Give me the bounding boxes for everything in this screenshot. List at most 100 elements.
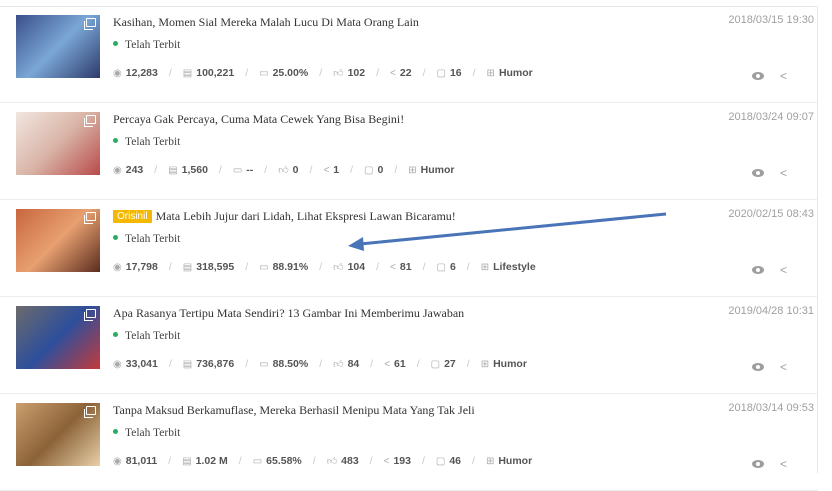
reads-count: 318,595 bbox=[196, 261, 235, 273]
preview-eye-icon[interactable] bbox=[752, 169, 764, 177]
preview-eye-icon[interactable] bbox=[752, 460, 764, 468]
share-action-icon[interactable]: < bbox=[780, 166, 787, 180]
row-actions: < bbox=[752, 263, 787, 277]
shares-count: 1 bbox=[333, 164, 340, 176]
article-thumbnail[interactable] bbox=[16, 209, 100, 272]
article-row[interactable]: Apa Rasanya Tertipu Mata Sendiri? 13 Gam… bbox=[0, 297, 818, 394]
article-date: 2019/04/28 10:31 bbox=[728, 305, 814, 317]
status-dot-icon bbox=[113, 138, 118, 143]
comment-icon: ▢ bbox=[364, 164, 374, 176]
article-thumbnail[interactable] bbox=[16, 112, 100, 175]
article-title[interactable]: Apa Rasanya Tertipu Mata Sendiri? 13 Gam… bbox=[113, 306, 464, 321]
document-icon: ▤ bbox=[168, 164, 178, 176]
article-stats: ◉ 243 / ▤ 1,560 / ▭ -- / 👍︎ 0 / <1 / ▢ 0 / ⊞ H… bbox=[113, 164, 455, 176]
preview-eye-icon[interactable] bbox=[752, 363, 764, 371]
article-status: Telah Terbit bbox=[113, 136, 180, 148]
likes-count: 84 bbox=[347, 358, 360, 370]
category-label: Humor bbox=[493, 358, 527, 370]
status-label: Telah Terbit bbox=[125, 233, 181, 245]
eye-icon: ◉ bbox=[113, 67, 122, 79]
category-label: Humor bbox=[420, 164, 455, 176]
comments-count: 0 bbox=[377, 164, 384, 176]
document-icon: ▤ bbox=[182, 67, 193, 79]
read-rate: 65.58% bbox=[266, 455, 302, 467]
thumbs-up-icon: 👍︎ bbox=[326, 456, 338, 467]
article-thumbnail[interactable] bbox=[16, 15, 100, 78]
row-actions: < bbox=[752, 457, 787, 471]
article-title[interactable]: Tanpa Maksud Berkamuflase, Mereka Berhas… bbox=[113, 403, 475, 418]
article-row[interactable]: Percaya Gak Percaya, Cuma Mata Cewek Yan… bbox=[0, 103, 818, 200]
gallery-icon bbox=[84, 406, 96, 418]
views-count: 17,798 bbox=[125, 261, 158, 273]
grid-icon: ⊞ bbox=[486, 67, 495, 79]
category-label: Humor bbox=[498, 67, 533, 79]
article-status: Telah Terbit bbox=[113, 233, 180, 245]
article-status: Telah Terbit bbox=[113, 330, 180, 342]
document-icon: ▤ bbox=[182, 261, 193, 273]
article-row[interactable]: Kasihan, Momen Sial Mereka Malah Lucu Di… bbox=[0, 6, 818, 103]
article-stats: ◉ 33,041 / ▤ 736,876 / ▭ 88.50% / 👍︎ 84 / <6… bbox=[113, 358, 527, 370]
status-label: Telah Terbit bbox=[125, 39, 181, 51]
status-dot-icon bbox=[113, 41, 118, 46]
grid-icon: ⊞ bbox=[408, 164, 417, 176]
views-count: 81,011 bbox=[125, 455, 158, 467]
comment-icon: ▢ bbox=[435, 455, 446, 467]
share-action-icon[interactable]: < bbox=[780, 457, 787, 471]
article-title-text[interactable]: Mata Lebih Jujur dari Lidah, Lihat Ekspr… bbox=[156, 209, 456, 223]
article-title-text[interactable]: Percaya Gak Percaya, Cuma Mata Cewek Yan… bbox=[113, 112, 404, 126]
article-title-text[interactable]: Apa Rasanya Tertipu Mata Sendiri? 13 Gam… bbox=[113, 306, 464, 320]
status-label: Telah Terbit bbox=[125, 427, 181, 439]
article-row[interactable]: Tanpa Maksud Berkamuflase, Mereka Berhas… bbox=[0, 394, 818, 491]
eye-icon: ◉ bbox=[113, 261, 122, 273]
article-thumbnail[interactable] bbox=[16, 306, 100, 369]
article-title-text[interactable]: Tanpa Maksud Berkamuflase, Mereka Berhas… bbox=[113, 403, 475, 417]
views-count: 12,283 bbox=[125, 67, 158, 79]
progress-icon: ▭ bbox=[252, 455, 263, 467]
likes-count: 483 bbox=[341, 455, 359, 467]
gallery-icon bbox=[84, 115, 96, 127]
shares-count: 81 bbox=[399, 261, 412, 273]
shares-count: 193 bbox=[393, 455, 411, 467]
read-rate: 25.00% bbox=[272, 67, 309, 79]
reads-count: 736,876 bbox=[196, 358, 235, 370]
status-dot-icon bbox=[113, 332, 118, 337]
eye-icon: ◉ bbox=[113, 164, 122, 176]
row-actions: < bbox=[752, 166, 787, 180]
article-stats: ◉ 17,798 / ▤ 318,595 / ▭ 88.91% / 👍︎ 104 / <… bbox=[113, 261, 536, 273]
share-icon: < bbox=[323, 164, 330, 176]
preview-eye-icon[interactable] bbox=[752, 72, 764, 80]
article-title[interactable]: Orisinil Mata Lebih Jujur dari Lidah, Lih… bbox=[113, 209, 456, 224]
article-status: Telah Terbit bbox=[113, 427, 180, 439]
share-action-icon[interactable]: < bbox=[780, 263, 787, 277]
thumbs-up-icon: 👍︎ bbox=[333, 262, 344, 273]
article-thumbnail[interactable] bbox=[16, 403, 100, 466]
share-icon: < bbox=[390, 261, 396, 273]
grid-icon: ⊞ bbox=[485, 455, 495, 467]
comments-count: 27 bbox=[444, 358, 456, 370]
article-stats: ◉ 12,283 / ▤ 100,221 / ▭ 25.00% / 👍︎ 102 / <… bbox=[113, 67, 533, 79]
status-label: Telah Terbit bbox=[125, 136, 181, 148]
original-tag: Orisinil bbox=[113, 210, 152, 223]
status-dot-icon bbox=[113, 429, 118, 434]
preview-eye-icon[interactable] bbox=[752, 266, 764, 274]
comments-count: 16 bbox=[449, 67, 462, 79]
grid-icon: ⊞ bbox=[480, 358, 490, 370]
status-dot-icon bbox=[113, 235, 118, 240]
read-rate: 88.50% bbox=[272, 358, 309, 370]
share-action-icon[interactable]: < bbox=[780, 69, 787, 83]
progress-icon: ▭ bbox=[259, 358, 269, 370]
category-label: Humor bbox=[498, 455, 533, 467]
thumbs-up-icon: 👍︎ bbox=[333, 359, 344, 370]
article-title[interactable]: Percaya Gak Percaya, Cuma Mata Cewek Yan… bbox=[113, 112, 404, 127]
article-title-text[interactable]: Kasihan, Momen Sial Mereka Malah Lucu Di… bbox=[113, 15, 419, 29]
article-date: 2018/03/14 09:53 bbox=[728, 402, 814, 414]
article-title[interactable]: Kasihan, Momen Sial Mereka Malah Lucu Di… bbox=[113, 15, 419, 30]
row-actions: < bbox=[752, 69, 787, 83]
comments-count: 6 bbox=[449, 261, 456, 273]
views-count: 33,041 bbox=[125, 358, 158, 370]
thumbs-up-icon: 👍︎ bbox=[278, 165, 289, 176]
reads-count: 100,221 bbox=[196, 67, 235, 79]
row-actions: < bbox=[752, 360, 787, 374]
share-action-icon[interactable]: < bbox=[780, 360, 787, 374]
article-row[interactable]: Orisinil Mata Lebih Jujur dari Lidah, Lih… bbox=[0, 200, 818, 297]
